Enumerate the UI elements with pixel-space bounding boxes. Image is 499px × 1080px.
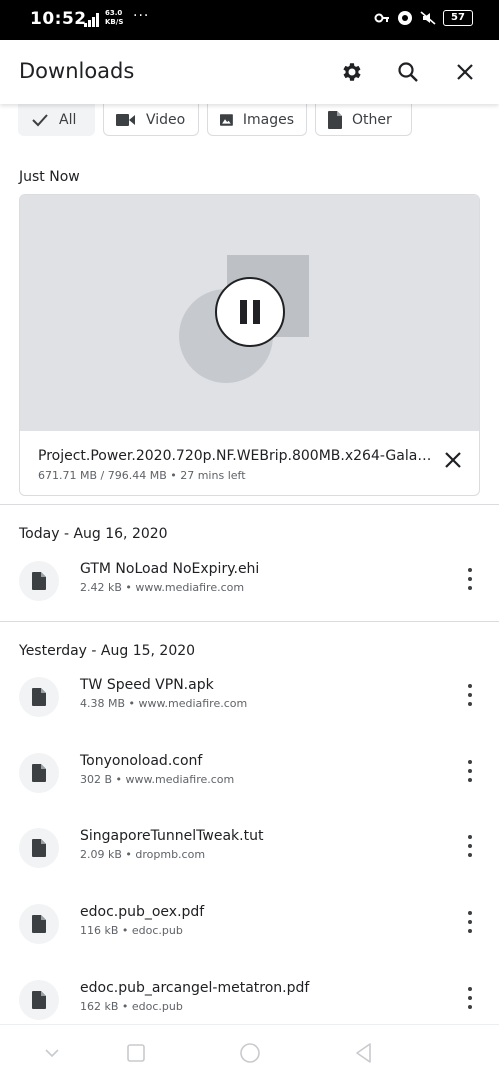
section-header-just-now: Just Now — [19, 169, 80, 185]
document-icon — [32, 688, 46, 706]
download-file-name: Project.Power.2020.720p.NF.WEBrip.800MB.… — [38, 448, 433, 464]
list-item[interactable]: TW Speed VPN.apk 4.38 MB • www.mediafire… — [0, 677, 499, 733]
video-icon — [116, 113, 135, 126]
system-nav-bar — [0, 1024, 499, 1080]
search-button[interactable] — [394, 58, 422, 86]
file-meta: 4.38 MB • www.mediafire.com — [80, 697, 248, 710]
file-icon — [19, 677, 59, 717]
chip-label: Video — [146, 111, 186, 128]
file-icon — [19, 828, 59, 868]
close-button[interactable] — [451, 58, 479, 86]
file-icon — [19, 980, 59, 1020]
file-icon — [19, 753, 59, 793]
more-options-icon[interactable] — [460, 832, 480, 860]
home-icon[interactable] — [238, 1041, 262, 1065]
signal-icon — [84, 13, 99, 27]
divider — [0, 621, 499, 622]
settings-button[interactable] — [338, 58, 366, 86]
search-icon — [398, 62, 418, 82]
file-meta: 116 kB • edoc.pub — [80, 924, 183, 937]
page-title: Downloads — [19, 59, 135, 83]
file-name: TW Speed VPN.apk — [80, 677, 214, 693]
recents-icon[interactable] — [124, 1041, 148, 1065]
list-item[interactable]: GTM NoLoad NoExpiry.ehi 2.42 kB • www.me… — [0, 561, 499, 617]
close-icon — [457, 64, 473, 80]
list-item[interactable]: Tonyonoload.conf 302 B • www.mediafire.c… — [0, 753, 499, 809]
document-icon — [32, 839, 46, 857]
download-progress-text: 671.71 MB / 796.44 MB • 27 mins left — [38, 469, 246, 482]
app-bar: Downloads — [0, 40, 499, 104]
active-download-card[interactable]: Project.Power.2020.720p.NF.WEBrip.800MB.… — [19, 194, 480, 496]
pause-icon — [240, 300, 260, 324]
more-options-icon[interactable] — [460, 565, 480, 593]
document-icon — [32, 572, 46, 590]
file-meta: 2.09 kB • dropmb.com — [80, 848, 206, 861]
file-name: edoc.pub_oex.pdf — [80, 904, 205, 920]
mute-icon — [420, 11, 436, 25]
file-name: GTM NoLoad NoExpiry.ehi — [80, 561, 260, 577]
status-bar: 10:52 63.0 KB/S ··· 57 — [0, 0, 499, 40]
status-more-indicator: ··· — [133, 8, 150, 24]
document-icon — [328, 110, 342, 129]
more-options-icon[interactable] — [460, 908, 480, 936]
gear-icon — [343, 63, 361, 81]
chip-images[interactable]: Images — [207, 104, 307, 136]
file-icon — [19, 904, 59, 944]
back-icon[interactable] — [352, 1041, 376, 1065]
battery-icon: 57 — [443, 10, 473, 26]
document-icon — [32, 991, 46, 1009]
chip-other[interactable]: Other — [315, 104, 412, 136]
status-time: 10:52 — [30, 9, 87, 29]
list-item[interactable]: edoc.pub_oex.pdf 116 kB • edoc.pub — [0, 904, 499, 960]
network-speed: 63.0 KB/S — [105, 9, 124, 26]
section-header-yesterday: Yesterday - Aug 15, 2020 — [19, 643, 196, 659]
check-icon — [32, 113, 48, 126]
data-saver-icon — [398, 11, 412, 25]
section-header-today: Today - Aug 16, 2020 — [19, 526, 168, 542]
divider — [0, 504, 499, 505]
file-name: Tonyonoload.conf — [80, 753, 203, 769]
more-options-icon[interactable] — [460, 681, 480, 709]
file-name: SingaporeTunnelTweak.tut — [80, 828, 264, 844]
pause-button[interactable] — [215, 277, 285, 347]
chip-label: All — [59, 111, 77, 128]
more-options-icon[interactable] — [460, 757, 480, 785]
file-meta: 302 B • www.mediafire.com — [80, 773, 235, 786]
vpn-key-icon — [374, 13, 389, 23]
chip-video[interactable]: Video — [103, 104, 199, 136]
chip-label: Images — [242, 111, 294, 128]
file-name: edoc.pub_arcangel-metatron.pdf — [80, 980, 310, 996]
document-icon — [32, 764, 46, 782]
cancel-download-icon[interactable] — [442, 449, 464, 471]
filter-chips: All Video Images Other — [18, 104, 412, 136]
image-icon — [220, 113, 233, 126]
file-icon — [19, 561, 59, 601]
chevron-down-icon[interactable] — [40, 1041, 64, 1065]
chip-label: Other — [352, 111, 392, 128]
document-icon — [32, 915, 46, 933]
video-thumbnail — [20, 195, 479, 431]
list-item[interactable]: SingaporeTunnelTweak.tut 2.09 kB • dropm… — [0, 828, 499, 884]
more-options-icon[interactable] — [460, 984, 480, 1012]
file-meta: 2.42 kB • www.mediafire.com — [80, 581, 245, 594]
file-meta: 162 kB • edoc.pub — [80, 1000, 183, 1013]
chip-all[interactable]: All — [18, 104, 95, 136]
